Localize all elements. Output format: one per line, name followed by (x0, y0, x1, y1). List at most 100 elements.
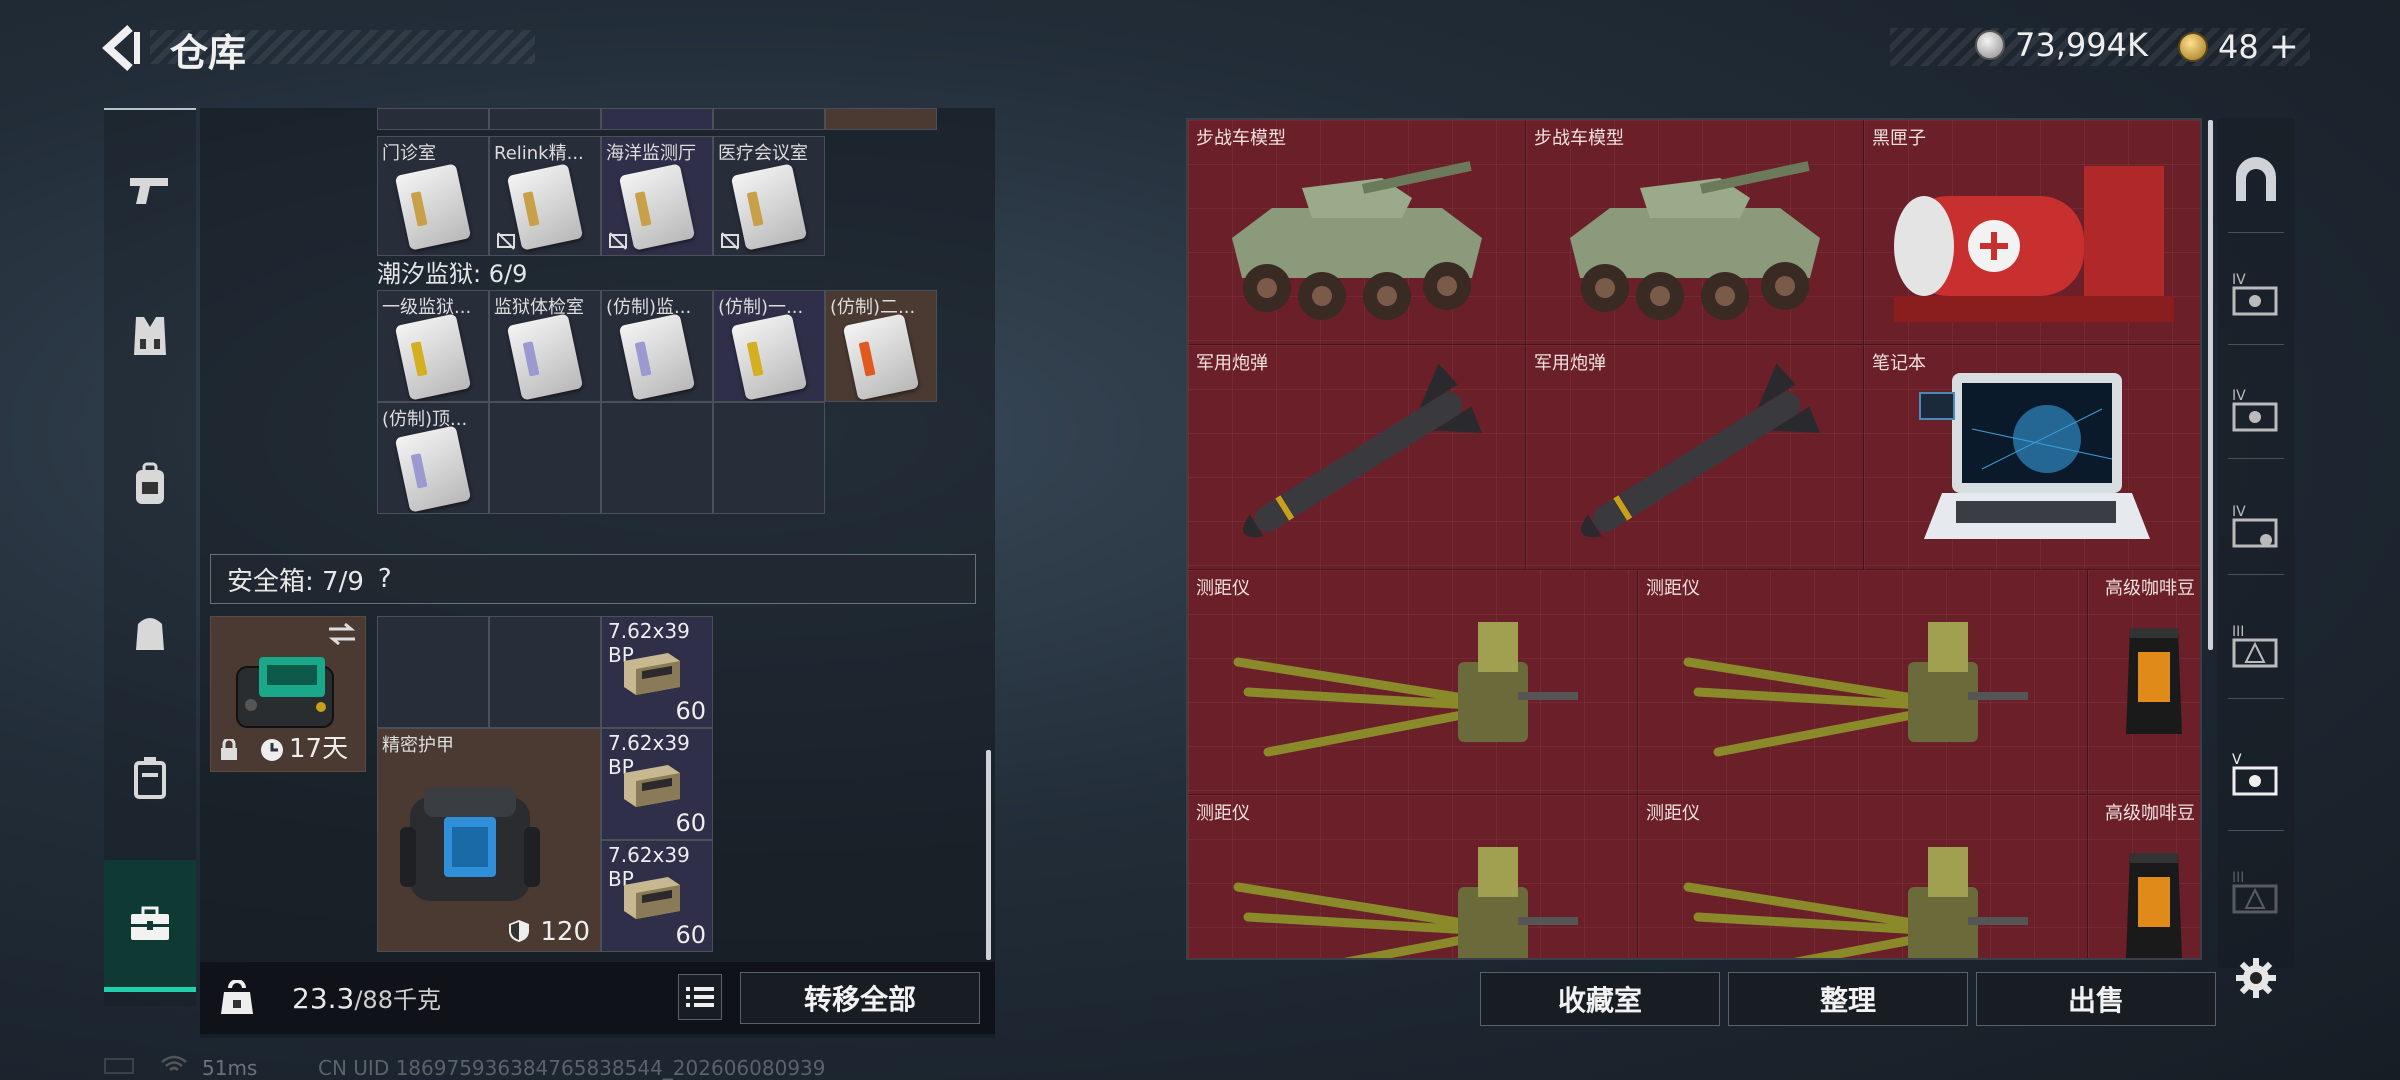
lock-icon (221, 739, 237, 760)
pistol-icon (130, 178, 168, 204)
item-label: 高级咖啡豆 (2105, 803, 2195, 824)
armor-durability: 120 (540, 917, 590, 947)
laptop-icon (1919, 373, 2150, 539)
item-label: 监狱体检室 (494, 297, 584, 318)
armor-bag-icon (400, 787, 540, 901)
storage-scrollbar[interactable] (986, 750, 991, 960)
rail-weapons[interactable] (104, 144, 196, 236)
safebox-title: 安全箱: 7/9 (227, 566, 364, 597)
collection-slot[interactable]: 军用炮弹 (1188, 345, 1526, 570)
grid-cell[interactable] (601, 108, 713, 130)
keycard-slot[interactable]: 监狱体检室 (489, 290, 601, 402)
item-label: 一级监狱... (382, 297, 472, 318)
safebox-item[interactable]: 17天 (210, 616, 366, 772)
keycard-slot[interactable]: (仿制)二... (825, 290, 937, 402)
ammo-item[interactable]: 7.62x39 BP 60 (601, 840, 713, 952)
ammo-box-icon (624, 765, 680, 807)
grid-cell[interactable] (825, 108, 937, 130)
rail-backpack[interactable] (104, 586, 196, 678)
rail-floor-iii[interactable]: III (2218, 606, 2294, 686)
weight-icon (221, 980, 253, 1014)
keycard-slot[interactable]: 门诊室 (377, 136, 489, 256)
item-label: 高级咖啡豆 (2105, 578, 2195, 599)
collection-slot[interactable]: 黑匣子 (1864, 120, 2200, 345)
back-button[interactable] (100, 22, 148, 74)
premium-add-button[interactable]: + (2269, 26, 2299, 67)
keycard-icon (506, 313, 584, 401)
help-icon[interactable]: ? (378, 564, 392, 594)
collection-slot[interactable]: 步战车模型 (1188, 120, 1526, 345)
grid-cell[interactable] (489, 108, 601, 130)
armor-item[interactable]: 精密护甲 120 (377, 728, 601, 952)
rail-floor-locked[interactable]: III (2218, 852, 2294, 932)
rail-armor[interactable] (104, 290, 196, 382)
rangefinder-icon (1233, 622, 1578, 757)
rail-floor-iv-a[interactable]: IV (2218, 254, 2294, 334)
keycard-slot[interactable]: (仿制)监... (601, 290, 713, 402)
collection-slot[interactable]: 高级咖啡豆 (2088, 570, 2200, 795)
rail-floor-iv-b[interactable]: IV (2218, 370, 2294, 450)
collection-slot[interactable]: 测距仪 (1188, 795, 1638, 958)
collection-slot[interactable]: 步战车模型 (1526, 120, 1864, 345)
sort-button[interactable]: 整理 (1728, 972, 1968, 1026)
keycard-slot[interactable]: (仿制)一... (713, 290, 825, 402)
collection-slot[interactable]: 笔记本 (1864, 345, 2200, 570)
item-label: 步战车模型 (1196, 128, 1286, 149)
rail-chest-rig[interactable] (104, 438, 196, 530)
premium-amount: 48 (2218, 27, 2259, 66)
item-label: 步战车模型 (1534, 128, 1624, 149)
keycard-icon (394, 313, 472, 401)
settings-button[interactable] (2234, 956, 2278, 1000)
display-case-icon: IV (2232, 504, 2278, 548)
collection-slot[interactable]: 测距仪 (1638, 570, 2088, 795)
safebox-header: 安全箱: 7/9 ? (210, 554, 976, 604)
rail-divider (2228, 574, 2284, 575)
artillery-shell-icon (1581, 363, 1821, 538)
item-label: 黑匣子 (1872, 128, 1926, 149)
keycard-slot[interactable]: 一级监狱... (377, 290, 489, 402)
collection-slot[interactable]: 测距仪 (1188, 570, 1638, 795)
artillery-shell-icon (1243, 363, 1483, 538)
sell-button[interactable]: 出售 (1976, 972, 2216, 1026)
svg-text:IV: IV (2232, 504, 2246, 520)
item-label: 测距仪 (1196, 803, 1250, 824)
ammo-count: 60 (675, 697, 706, 725)
item-label: 医疗会议室 (718, 143, 808, 164)
ammo-count: 60 (675, 809, 706, 837)
rail-divider (2228, 830, 2284, 831)
backpack-icon (136, 462, 164, 504)
grid-cell[interactable] (601, 402, 713, 514)
ammo-name: 7.62x39 (608, 843, 690, 867)
collection-scrollbar[interactable] (2208, 120, 2213, 650)
keycard-icon (506, 163, 584, 251)
collection-slot[interactable]: 高级咖啡豆 (2088, 795, 2200, 958)
grid-cell[interactable] (489, 402, 601, 514)
ammo-item[interactable]: 7.62x39 BP 60 (601, 728, 713, 840)
item-label: 精密护甲 (382, 735, 454, 756)
grid-cell[interactable] (713, 108, 825, 130)
ammo-item[interactable]: 7.62x39 BP 60 (601, 616, 713, 728)
grid-cell[interactable] (489, 616, 601, 728)
premium-currency-display[interactable]: 48 + (2178, 26, 2299, 67)
keycard-slot[interactable]: 医疗会议室 (713, 136, 825, 256)
grid-cell[interactable] (377, 616, 489, 728)
keycard-slot[interactable]: (仿制)顶... (377, 402, 489, 514)
rail-floor-v[interactable]: V (2218, 734, 2294, 814)
collection-slot[interactable]: 军用炮弹 (1526, 345, 1864, 570)
collection-room-button[interactable]: 收藏室 (1480, 972, 1720, 1026)
collection-slot[interactable]: 测距仪 (1638, 795, 2088, 958)
display-case-icon: V (2232, 752, 2278, 796)
grid-cell[interactable] (377, 108, 489, 130)
rail-floor-iv-c[interactable]: IV (2218, 486, 2294, 566)
grid-cell[interactable] (713, 402, 825, 514)
item-label: 测距仪 (1646, 803, 1700, 824)
list-view-button[interactable] (678, 974, 722, 1020)
keycard-slot[interactable]: Relink精... (489, 136, 601, 256)
svg-text:IV: IV (2232, 272, 2246, 288)
keycard-slot[interactable]: 海洋监测厅 (601, 136, 713, 256)
rail-container[interactable] (104, 732, 196, 824)
weight-max: /88千克 (354, 986, 441, 1014)
transfer-all-button[interactable]: 转移全部 (740, 972, 980, 1024)
rail-gate[interactable] (2218, 140, 2294, 220)
rail-safebox[interactable] (104, 860, 196, 992)
